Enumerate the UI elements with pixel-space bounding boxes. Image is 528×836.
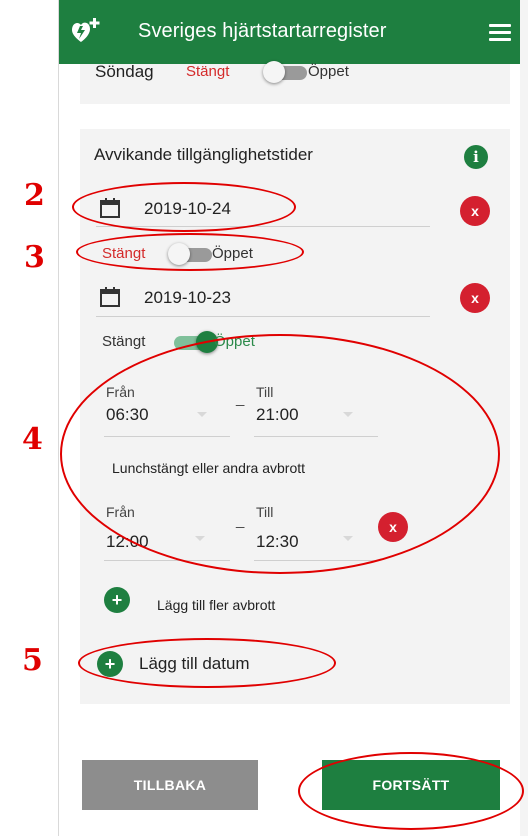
annotation-ellipse-3 — [76, 233, 304, 271]
annotation-ellipse-4 — [60, 334, 500, 574]
calendar-icon[interactable] — [99, 286, 121, 308]
date-2-closed-label: Stängt — [102, 333, 146, 350]
back-button[interactable]: TILLBAKA — [82, 760, 258, 810]
info-icon[interactable]: i — [464, 145, 488, 169]
add-break-plus-icon[interactable]: + — [104, 587, 130, 613]
annotation-number-3: 3 — [24, 240, 45, 275]
left-gutter — [0, 0, 58, 836]
annotation-number-4: 4 — [22, 422, 43, 457]
heart-defibrillator-logo-icon — [72, 18, 100, 42]
hamburger-menu-icon[interactable] — [489, 24, 511, 42]
sunday-open-toggle[interactable] — [263, 61, 311, 83]
remove-date-2-button[interactable]: x — [460, 283, 490, 313]
annotation-ellipse-continue — [298, 752, 524, 830]
right-gutter — [520, 0, 528, 836]
sunday-open-label: Öppet — [308, 63, 349, 80]
annotation-number-5: 5 — [22, 643, 43, 678]
date-2-underline — [96, 316, 430, 317]
annotation-number-2: 2 — [24, 178, 45, 213]
remove-date-1-button[interactable]: x — [460, 196, 490, 226]
annotation-ellipse-2 — [72, 182, 296, 232]
deviating-hours-title: Avvikande tillgänglighetstider — [94, 145, 313, 164]
sunday-closed-label: Stängt — [186, 63, 230, 80]
add-break-link[interactable]: Lägg till fler avbrott — [157, 597, 275, 613]
deviating-date-2[interactable]: 2019-10-23 — [144, 288, 231, 308]
day-label-sunday: Söndag — [95, 62, 154, 81]
app-title: Sveriges hjärtstartarregister — [138, 20, 387, 42]
annotation-ellipse-5 — [78, 638, 336, 688]
